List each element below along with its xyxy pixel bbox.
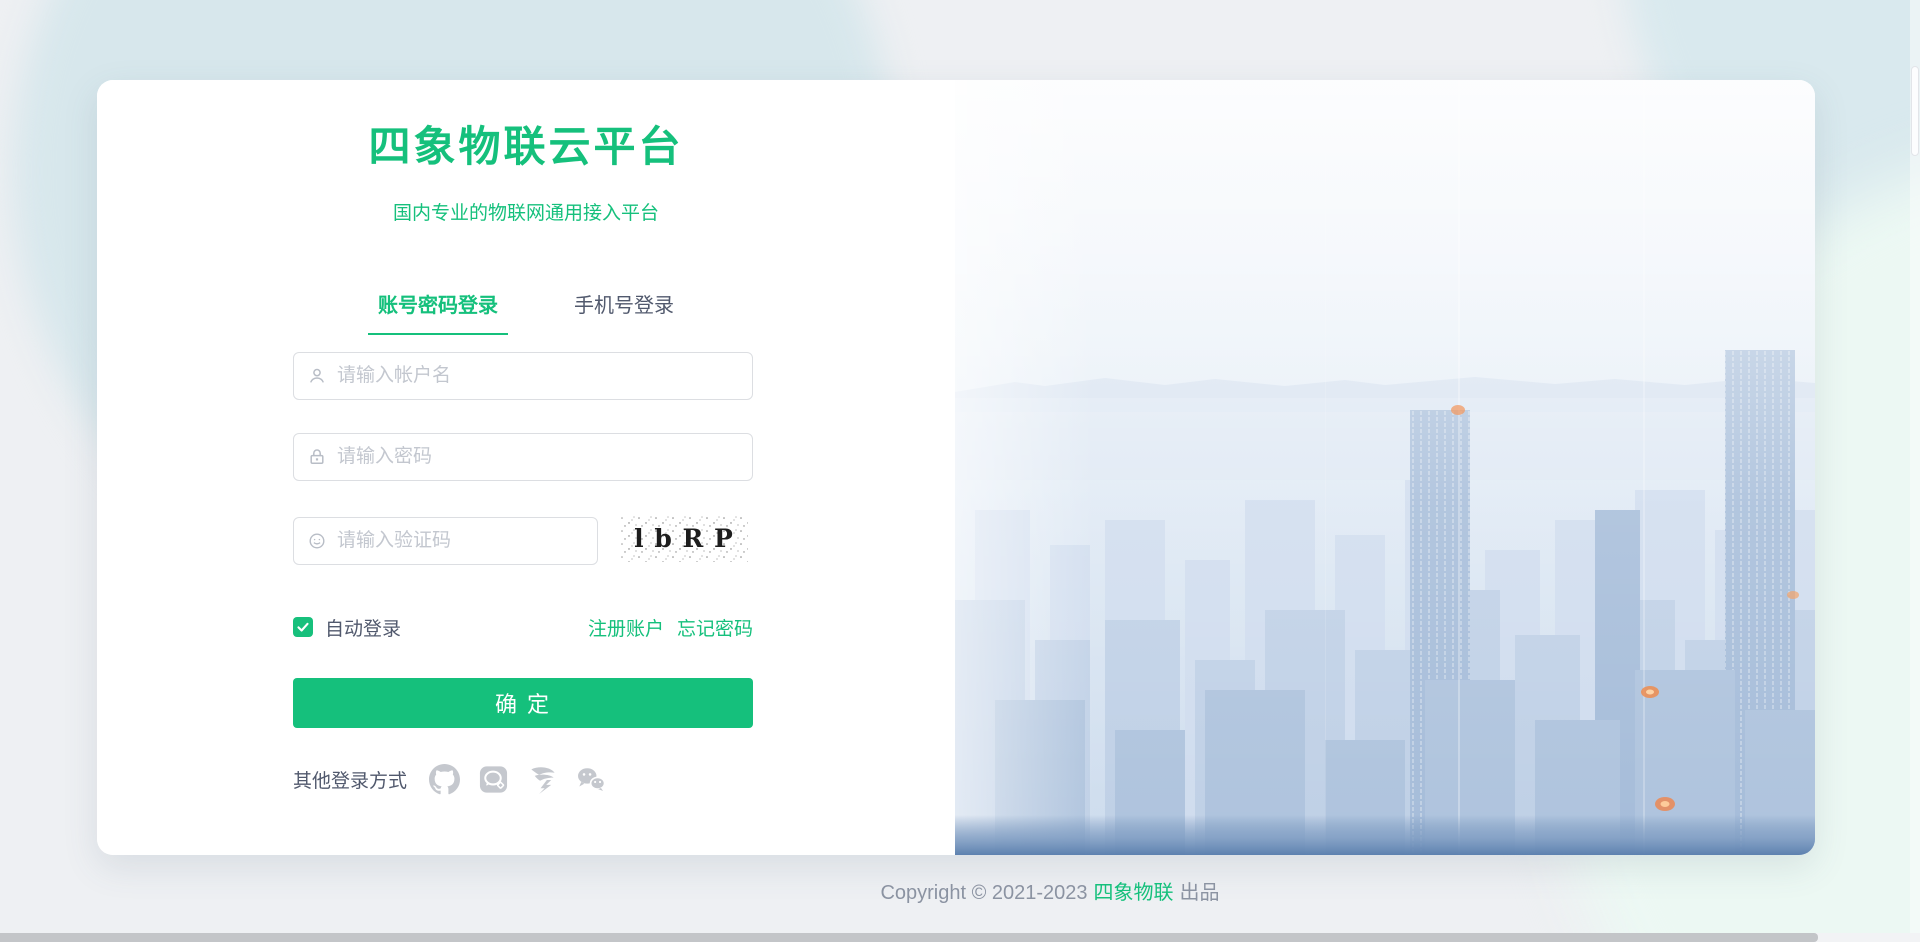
auto-login-checkbox[interactable]: 自动登录 <box>293 614 401 641</box>
captcha-input[interactable] <box>335 529 583 553</box>
vertical-scrollbar-thumb[interactable] <box>1911 66 1919 156</box>
user-icon <box>308 367 326 385</box>
password-field[interactable] <box>293 433 753 481</box>
checkbox-checked-icon[interactable] <box>293 617 313 637</box>
remember-row: 自动登录 注册账户 忘记密码 <box>293 616 753 638</box>
username-input[interactable] <box>335 364 738 388</box>
brand-link[interactable]: 四象物联 <box>1094 882 1174 904</box>
register-link[interactable]: 注册账户 <box>588 614 664 641</box>
copyright-footer: Copyright © 2021-2023 四象物联出品 <box>0 876 1920 905</box>
other-login-row: 其他登录方式 <box>293 756 607 802</box>
dingtalk-icon[interactable] <box>526 763 558 795</box>
password-input[interactable] <box>335 445 738 469</box>
submit-button[interactable]: 确 定 <box>293 678 753 728</box>
tab-phone-login[interactable]: 手机号登录 <box>564 295 684 335</box>
captcha-field[interactable] <box>293 517 598 565</box>
copyright-suffix: 出品 <box>1180 882 1220 904</box>
auto-login-label: 自动登录 <box>325 614 401 641</box>
login-page: 四象物联云平台 国内专业的物联网通用接入平台 账号密码登录 手机号登录 <box>0 0 1920 942</box>
wechat-icon[interactable] <box>575 763 607 795</box>
login-tabs: 账号密码登录 手机号登录 <box>97 295 955 335</box>
github-icon[interactable] <box>428 763 460 795</box>
login-form-panel: 四象物联云平台 国内专业的物联网通用接入平台 账号密码登录 手机号登录 <box>97 80 955 855</box>
city-skyline-image <box>955 80 1815 855</box>
qq-icon[interactable] <box>477 763 509 795</box>
copyright-text: Copyright © 2021-2023 <box>880 882 1087 904</box>
smiley-icon <box>308 532 326 550</box>
horizontal-scrollbar-thumb[interactable] <box>0 933 1818 942</box>
platform-title: 四象物联云平台 <box>97 124 955 170</box>
captcha-text: l b R P <box>634 524 734 553</box>
forgot-password-link[interactable]: 忘记密码 <box>677 614 753 641</box>
auth-links: 注册账户 忘记密码 <box>588 614 753 641</box>
login-card: 四象物联云平台 国内专业的物联网通用接入平台 账号密码登录 手机号登录 <box>97 80 1815 855</box>
tab-account-password-login[interactable]: 账号密码登录 <box>368 295 508 335</box>
other-login-label: 其他登录方式 <box>293 766 407 793</box>
platform-subtitle: 国内专业的物联网通用接入平台 <box>97 198 955 225</box>
captcha-image[interactable]: l b R P <box>620 515 748 562</box>
username-field[interactable] <box>293 352 753 400</box>
lock-icon <box>308 448 326 466</box>
